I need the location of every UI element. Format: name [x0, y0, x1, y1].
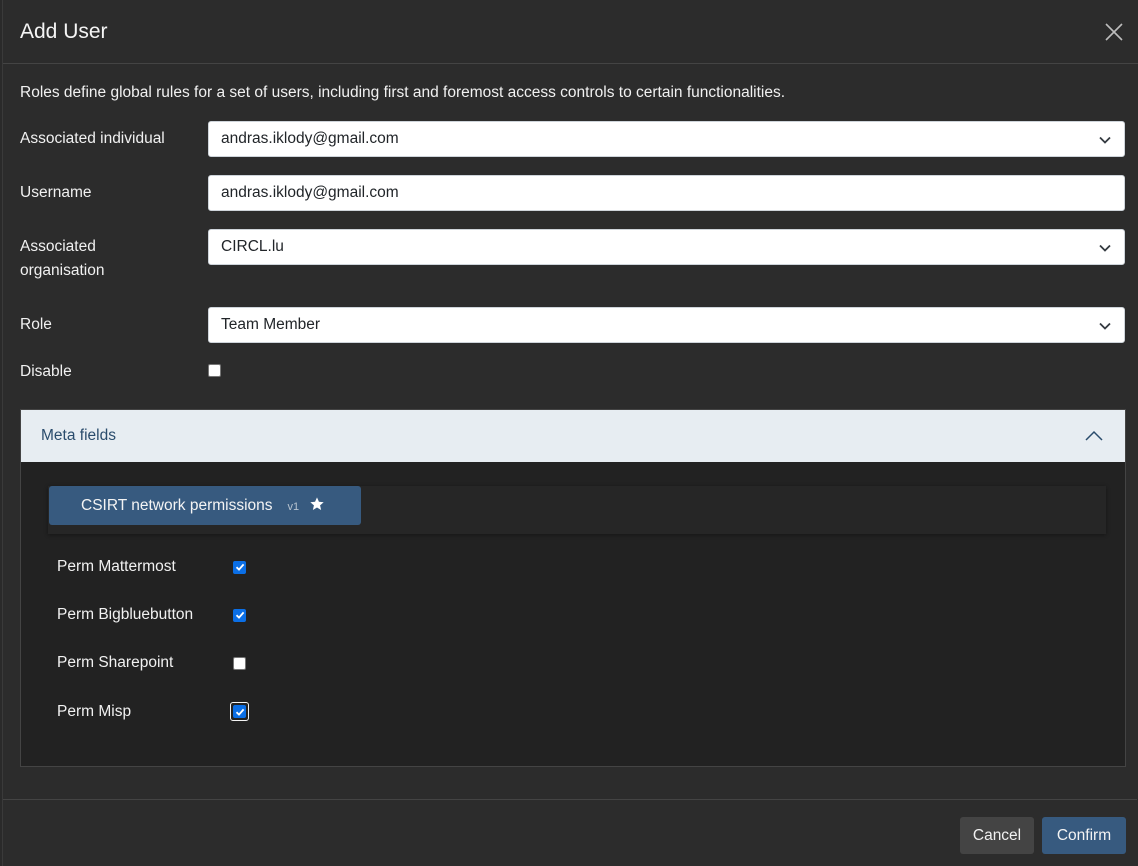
- role-label: Role: [20, 316, 52, 333]
- associated-individual-label: Associated individual: [20, 130, 165, 147]
- meta-fields-accordion: Meta fields CSIRT network permissions v1…: [20, 409, 1126, 767]
- modal-header: Add User: [3, 0, 1138, 64]
- perm-sharepoint-row: Perm Sharepoint: [57, 654, 246, 672]
- chevron-down-icon: [1099, 244, 1111, 252]
- associated-organisation-select[interactable]: CIRCL.lu: [208, 229, 1125, 265]
- role-value: Team Member: [221, 316, 321, 333]
- perm-bigbluebutton-label: Perm Bigbluebutton: [57, 606, 194, 623]
- close-icon: [1105, 22, 1123, 41]
- perm-bigbluebutton-checkbox[interactable]: [233, 608, 246, 622]
- focus-ring: [230, 702, 249, 721]
- username-label: Username: [20, 184, 92, 201]
- associated-organisation-value: CIRCL.lu: [221, 238, 284, 255]
- checkmark-icon: [235, 611, 244, 619]
- username-value: andras.iklody@gmail.com: [221, 184, 399, 201]
- perm-sharepoint-label: Perm Sharepoint: [57, 654, 174, 671]
- perm-misp-row: Perm Misp: [57, 702, 249, 721]
- role-row: Role Team Member: [20, 307, 1125, 343]
- checkmark-icon: [235, 563, 244, 571]
- username-row: Username andras.iklody@gmail.com: [20, 175, 1125, 211]
- associated-organisation-label: Associated organisation: [20, 229, 208, 283]
- meta-template-tabs: CSIRT network permissions v1: [48, 486, 1106, 534]
- associated-individual-value: andras.iklody@gmail.com: [221, 130, 399, 147]
- modal-body: Roles define global rules for a set of u…: [3, 64, 1138, 384]
- cancel-button[interactable]: Cancel: [960, 817, 1034, 854]
- perm-mattermost-row: Perm Mattermost: [57, 558, 246, 576]
- add-user-modal: Add User Roles define global rules for a…: [2, 0, 1138, 866]
- meta-fields-header[interactable]: Meta fields: [21, 410, 1125, 462]
- disable-label: Disable: [20, 363, 72, 380]
- perm-misp-label: Perm Misp: [57, 702, 132, 720]
- modal-title: Add User: [20, 19, 108, 43]
- disable-row: Disable: [20, 360, 1125, 384]
- meta-fields-title: Meta fields: [41, 427, 116, 444]
- version-badge: v1: [287, 501, 300, 513]
- associated-individual-row: Associated individual andras.iklody@gmai…: [20, 121, 1125, 157]
- tab-csirt-network-permissions[interactable]: CSIRT network permissions v1: [49, 486, 361, 525]
- associated-organisation-label-line2: organisation: [20, 262, 105, 279]
- checkmark-icon: [235, 708, 244, 716]
- tab-label: CSIRT network permissions: [81, 496, 273, 514]
- username-input[interactable]: andras.iklody@gmail.com: [208, 175, 1125, 211]
- associated-organisation-row: Associated organisation CIRCL.lu: [20, 229, 1125, 285]
- role-select[interactable]: Team Member: [208, 307, 1125, 343]
- chevron-down-icon: [1099, 136, 1111, 144]
- perm-mattermost-checkbox[interactable]: [233, 560, 246, 574]
- associated-individual-select[interactable]: andras.iklody@gmail.com: [208, 121, 1125, 157]
- star-icon: [310, 496, 324, 510]
- chevron-down-icon: [1099, 322, 1111, 330]
- chevron-up-icon: [1085, 430, 1103, 441]
- associated-organisation-label-line1: Associated: [20, 238, 96, 255]
- modal-footer: Cancel Confirm: [3, 799, 1137, 866]
- disable-checkbox[interactable]: [208, 364, 221, 377]
- perm-mattermost-label: Perm Mattermost: [57, 558, 176, 575]
- description-text: Roles define global rules for a set of u…: [20, 84, 786, 101]
- perm-sharepoint-checkbox[interactable]: [233, 656, 246, 670]
- close-button[interactable]: [1102, 20, 1126, 44]
- perm-misp-checkbox[interactable]: [233, 705, 246, 718]
- confirm-button[interactable]: Confirm: [1042, 817, 1126, 854]
- perm-bigbluebutton-row: Perm Bigbluebutton: [57, 606, 246, 624]
